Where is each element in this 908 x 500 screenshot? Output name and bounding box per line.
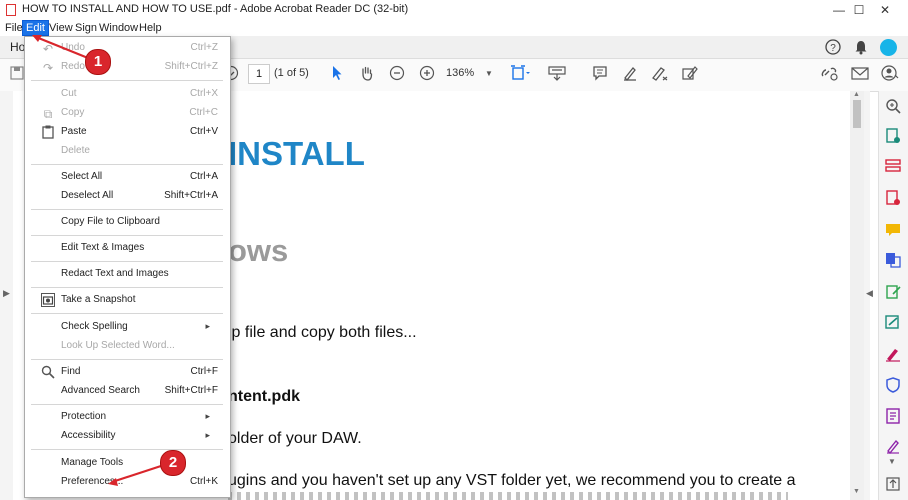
annotation-arrows [32,35,165,486]
annotation-badge-2: 2 [160,450,186,476]
annotation-badge-1: 1 [85,49,111,75]
